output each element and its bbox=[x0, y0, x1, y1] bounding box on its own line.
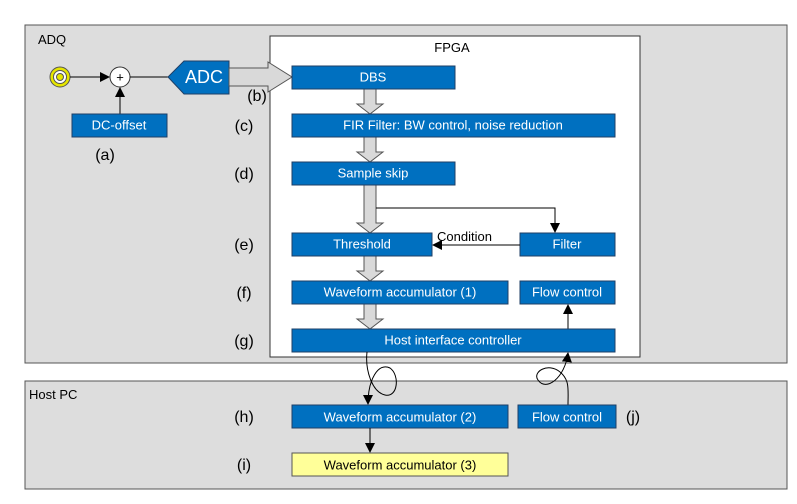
diagram: ADQ Host PC FPGA + DC-offset ADC DBS FIR… bbox=[24, 24, 788, 490]
label-i: (i) bbox=[237, 457, 251, 474]
host-interface-label: Host interface controller bbox=[384, 332, 522, 347]
label-h: (h) bbox=[234, 409, 254, 426]
flow-control-host-label: Flow control bbox=[532, 409, 602, 424]
dbs-label: DBS bbox=[360, 69, 387, 84]
fpga-title: FPGA bbox=[434, 40, 470, 55]
adq-title: ADQ bbox=[38, 32, 66, 47]
fir-label: FIR Filter: BW control, noise reduction bbox=[343, 117, 563, 132]
filter-label: Filter bbox=[553, 236, 583, 251]
label-b: (b) bbox=[247, 88, 267, 105]
host-title: Host PC bbox=[29, 387, 77, 402]
label-c: (c) bbox=[235, 118, 254, 135]
label-d: (d) bbox=[234, 166, 254, 183]
adder-symbol: + bbox=[116, 69, 124, 84]
adc-label: ADC bbox=[185, 67, 223, 87]
wa3-label: Waveform accumulator (3) bbox=[324, 457, 477, 472]
label-g: (g) bbox=[234, 333, 254, 350]
condition-label: Condition bbox=[437, 229, 492, 244]
wa1-label: Waveform accumulator (1) bbox=[324, 284, 477, 299]
dc-offset-label: DC-offset bbox=[92, 117, 147, 132]
label-e: (e) bbox=[234, 237, 254, 254]
label-f: (f) bbox=[236, 285, 251, 302]
threshold-label: Threshold bbox=[333, 236, 391, 251]
sample-skip-label: Sample skip bbox=[338, 165, 409, 180]
label-a: (a) bbox=[95, 147, 115, 164]
input-connector-icon bbox=[49, 66, 71, 88]
flow-control-fpga-label: Flow control bbox=[532, 284, 602, 299]
wa2-label: Waveform accumulator (2) bbox=[324, 409, 477, 424]
label-j: (j) bbox=[626, 409, 640, 426]
